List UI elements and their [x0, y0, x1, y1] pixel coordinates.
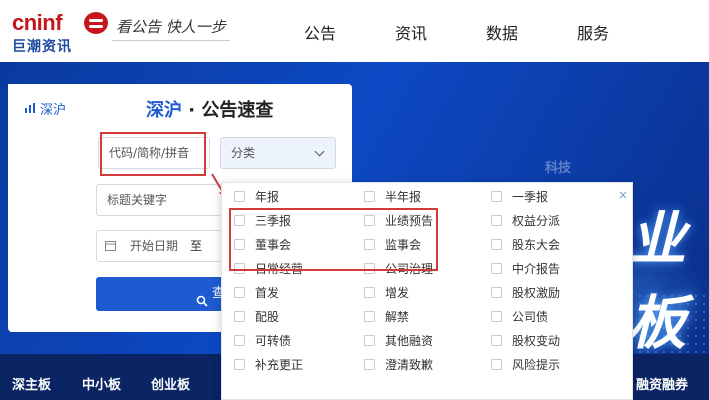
category-option-label: 年报: [255, 189, 280, 204]
category-option-label: 增发: [385, 285, 410, 300]
category-option[interactable]: 股权激励: [491, 285, 561, 300]
category-option[interactable]: 补充更正: [234, 357, 304, 372]
banner-small-text: 科技: [545, 161, 572, 176]
category-option[interactable]: 股权变动: [491, 333, 561, 348]
category-option-label: 澄清致歉: [385, 357, 434, 372]
category-option-label: 配股: [255, 309, 280, 324]
checkbox-icon[interactable]: [491, 238, 502, 250]
date-to-label: 至: [190, 239, 203, 253]
category-option-label: 其他融资: [385, 333, 434, 348]
logo-mark-icon: [84, 12, 108, 34]
checkbox-icon[interactable]: [364, 310, 375, 322]
panel-title: 深沪 · 公告速查: [146, 96, 273, 122]
nav-announcements[interactable]: 公告: [304, 20, 336, 44]
checkbox-icon[interactable]: [364, 190, 375, 202]
category-option-label: 股东大会: [512, 237, 561, 252]
category-option-label: 风险提示: [512, 357, 561, 372]
category-select[interactable]: 分类: [220, 137, 336, 169]
nav-data[interactable]: 数据: [486, 20, 518, 44]
checkbox-icon[interactable]: [234, 358, 245, 370]
checkbox-icon[interactable]: [234, 310, 245, 322]
checkbox-icon[interactable]: [364, 286, 375, 298]
category-option-label: 一季报: [512, 189, 549, 204]
category-option[interactable]: 澄清致歉: [364, 357, 434, 372]
category-option-label: 可转债: [255, 333, 292, 348]
panel-title-market: 深沪: [146, 100, 182, 121]
category-select-value: 分类: [231, 146, 256, 160]
category-option-label: 中介报告: [512, 261, 561, 276]
cninfo-logo[interactable]: cninf 巨潮资讯: [12, 10, 108, 55]
chevron-down-icon: [314, 146, 325, 157]
search-button[interactable]: 查: [96, 277, 226, 311]
checkbox-icon[interactable]: [234, 334, 245, 346]
checkbox-icon[interactable]: [491, 334, 502, 346]
checkbox-icon[interactable]: [234, 190, 245, 202]
checkbox-icon[interactable]: [491, 262, 502, 274]
category-option[interactable]: 年报: [234, 189, 280, 204]
category-option-label: 首发: [255, 285, 280, 300]
category-option[interactable]: 风险提示: [491, 357, 561, 372]
board-margin[interactable]: 融资融券: [636, 374, 688, 393]
checkbox-icon[interactable]: [364, 358, 375, 370]
category-option[interactable]: 半年报: [364, 189, 422, 204]
logo-text: cninf: [12, 10, 63, 35]
slogan-underline: [112, 40, 230, 41]
close-icon[interactable]: ×: [618, 188, 628, 202]
category-option[interactable]: 可转债: [234, 333, 292, 348]
chart-icon: [24, 102, 36, 114]
checkbox-icon[interactable]: [491, 214, 502, 226]
tab-shsz-label: 深沪: [40, 102, 67, 118]
start-date-placeholder: 开始日期: [130, 239, 179, 253]
board-sme[interactable]: 中小板: [82, 374, 121, 393]
nav-services[interactable]: 服务: [577, 20, 609, 44]
highlight-code-input: [100, 132, 206, 176]
header: cninf 巨潮资讯 看公告 快人一步 公告 资讯 数据 服务: [0, 0, 709, 62]
category-option[interactable]: 中介报告: [491, 261, 561, 276]
category-option[interactable]: 解禁: [364, 309, 410, 324]
date-range-field[interactable]: 开始日期至: [96, 230, 222, 262]
category-option-label: 股权变动: [512, 333, 561, 348]
panel-title-text: · 公告速查: [182, 100, 274, 121]
category-option-label: 半年报: [385, 189, 422, 204]
category-option[interactable]: 其他融资: [364, 333, 434, 348]
board-chinext[interactable]: 创业板: [151, 374, 190, 393]
search-icon: [196, 287, 208, 321]
category-option[interactable]: 股东大会: [491, 237, 561, 252]
tab-shsz[interactable]: 深沪: [8, 84, 78, 132]
category-option[interactable]: 配股: [234, 309, 280, 324]
banner-headline: 业板: [628, 205, 687, 354]
checkbox-icon[interactable]: [491, 358, 502, 370]
category-option[interactable]: 公司债: [491, 309, 549, 324]
checkbox-icon[interactable]: [491, 190, 502, 202]
nav-news[interactable]: 资讯: [395, 20, 427, 44]
calendar-icon: [105, 232, 116, 262]
logo-subtitle: 巨潮资讯: [12, 39, 72, 55]
slogan: 看公告 快人一步: [116, 18, 226, 36]
board-main[interactable]: 深主板: [12, 374, 51, 393]
category-option[interactable]: 增发: [364, 285, 410, 300]
checkbox-icon[interactable]: [491, 310, 502, 322]
category-option[interactable]: 首发: [234, 285, 280, 300]
category-option-label: 解禁: [385, 309, 410, 324]
checkbox-icon[interactable]: [234, 286, 245, 298]
category-option-label: 公司债: [512, 309, 549, 324]
category-option-label: 权益分派: [512, 213, 561, 228]
highlight-report-options: [229, 208, 438, 271]
checkbox-icon[interactable]: [364, 334, 375, 346]
category-option-label: 补充更正: [255, 357, 304, 372]
category-option-label: 股权激励: [512, 285, 561, 300]
category-option[interactable]: 一季报: [491, 189, 549, 204]
checkbox-icon[interactable]: [491, 286, 502, 298]
category-option[interactable]: 权益分派: [491, 213, 561, 228]
